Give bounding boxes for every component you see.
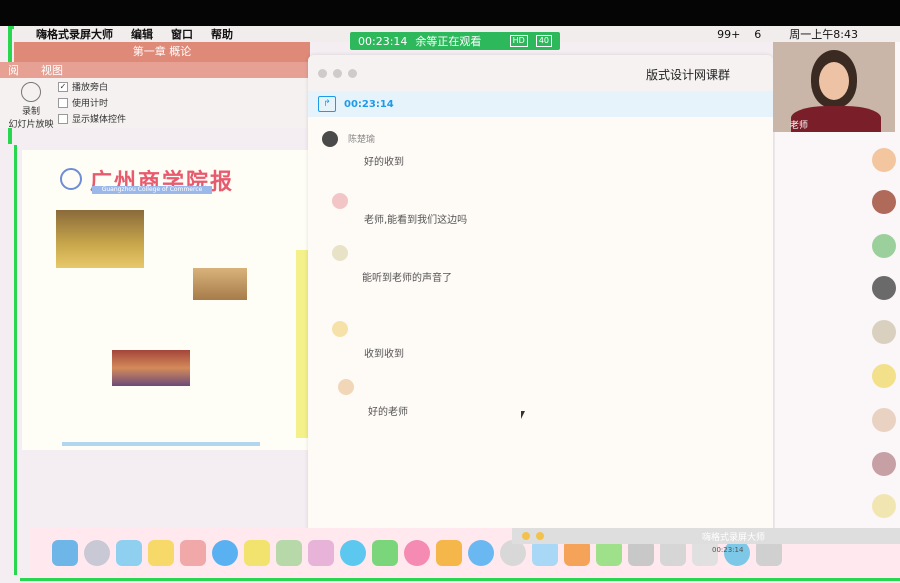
checkbox-timing-label: 使用计时 [72, 99, 109, 109]
notes-icon[interactable] [148, 540, 174, 566]
menu-window[interactable]: 窗口 [171, 26, 193, 42]
chat-title: 版式设计网课群 [646, 68, 731, 82]
member-avatar[interactable] [872, 364, 896, 388]
live-time: 00:23:14 [358, 34, 408, 48]
finder-icon[interactable] [52, 540, 78, 566]
stickies-icon[interactable] [244, 540, 270, 566]
mouse-cursor-icon [521, 411, 525, 419]
message-sender: 陈楚瑜 [348, 135, 376, 145]
slide-photo-event [112, 350, 190, 386]
member-avatar[interactable] [872, 320, 896, 344]
slide-photo-team [56, 210, 144, 268]
message-text: 好的老师 [368, 407, 408, 418]
ppt-doc-title: 第一章 概论 [132, 45, 192, 58]
live-watching: 余等正在观看 [415, 35, 482, 48]
tab-view[interactable]: 视图 [41, 62, 63, 78]
checkbox-empty [58, 97, 68, 108]
message-text: 老师,能看到我们这边吗 [364, 215, 468, 226]
recorder-minibar[interactable]: 嗨格式录屏大师 00:23:14 [512, 528, 900, 554]
screen-share-row[interactable]: ↱ 00:23:14 [308, 91, 773, 117]
app-store-icon[interactable] [468, 540, 494, 566]
chat-header: 版式设计网课群 [308, 55, 773, 91]
menu-app-name[interactable]: 嗨格式录屏大师 [36, 26, 113, 42]
checkbox-media-controls[interactable]: 显示媒体控件 [58, 112, 126, 125]
green-frame-bottom [20, 578, 900, 581]
message-text: 能听到老师的声音了 [362, 273, 452, 284]
message-text: 好的收到 [364, 157, 404, 168]
avatar[interactable] [332, 245, 348, 261]
slideshow-label: 幻灯片放映 [8, 120, 54, 130]
ppt-titlebar: 第一章 概论 [14, 42, 310, 62]
message-text: 收到收到 [364, 349, 404, 360]
teacher-label: 老师 [790, 121, 809, 131]
ppt-ribbon-tabs: 阅 视图 [0, 62, 310, 78]
window-zoom-button[interactable] [348, 69, 357, 78]
checkbox-narration-label: 播放旁白 [72, 83, 109, 93]
record-label: 录制 [21, 107, 40, 117]
member-avatar[interactable] [872, 452, 896, 476]
live-status-bar[interactable]: 00:23:14 余等正在观看 HD 40 [350, 32, 560, 50]
checkbox-timing[interactable]: 使用计时 [58, 96, 108, 109]
viewer-count[interactable]: 40 [535, 35, 552, 47]
recorder-title: 嗨格式录屏大师 [702, 533, 766, 543]
photos-app-icon[interactable] [308, 540, 334, 566]
top-black-strip [0, 0, 900, 26]
avatar[interactable] [332, 321, 348, 337]
slide-footer-line [62, 442, 260, 446]
safari-icon[interactable] [212, 540, 238, 566]
school-logo-icon [60, 168, 82, 190]
member-avatar[interactable] [872, 408, 896, 432]
menu-help[interactable]: 帮助 [211, 26, 233, 42]
ppt-ribbon: 录制 幻灯片放映 ✓ 播放旁白 使用计时 显示媒体控件 [0, 78, 310, 130]
hd-badge[interactable]: HD [509, 35, 528, 47]
clock[interactable]: 周一上午8:43 [789, 26, 858, 42]
recorder-time: 00:23:14 [712, 546, 744, 554]
share-time: 00:23:14 [344, 98, 394, 110]
music-icon[interactable] [404, 540, 430, 566]
window-close-button[interactable] [318, 69, 327, 78]
screen-share-icon[interactable]: ↱ [318, 96, 336, 112]
member-avatar[interactable] [872, 148, 896, 172]
clock-icon [21, 82, 41, 102]
checkbox-empty [58, 113, 68, 124]
checkbox-media-label: 显示媒体控件 [72, 115, 127, 125]
minimize-dot-icon[interactable] [522, 532, 530, 540]
member-avatar[interactable] [872, 190, 896, 214]
record-slideshow-button[interactable]: 录制 幻灯片放映 [8, 82, 54, 130]
calendar-icon[interactable] [180, 540, 206, 566]
avatar[interactable] [322, 131, 338, 147]
slide-photo-group [193, 268, 247, 300]
wechat-count[interactable]: 6 [754, 28, 761, 41]
check-icon: ✓ [58, 81, 68, 92]
photos-icon[interactable] [116, 540, 142, 566]
books-icon[interactable] [436, 540, 462, 566]
slide-subtitle: Guangzhou College of Commerce [92, 186, 212, 194]
green-frame-left [14, 145, 17, 575]
member-avatar[interactable] [872, 234, 896, 258]
checkbox-narration[interactable]: ✓ 播放旁白 [58, 80, 108, 93]
avatar[interactable] [338, 379, 354, 395]
member-avatar[interactable] [872, 494, 896, 518]
launchpad-icon[interactable] [84, 540, 110, 566]
window-minimize-button[interactable] [333, 69, 342, 78]
facetime-icon[interactable] [372, 540, 398, 566]
reminders-icon[interactable] [276, 540, 302, 566]
zoom-dot-icon[interactable] [536, 532, 544, 540]
menu-edit[interactable]: 编辑 [131, 26, 153, 42]
tab-review[interactable]: 阅 [8, 62, 19, 78]
member-avatar[interactable] [872, 276, 896, 300]
video-face [819, 62, 849, 100]
notification-badge[interactable]: 99+ [717, 28, 740, 41]
avatar[interactable] [332, 193, 348, 209]
chat-window: 版式设计网课群 ↱ 00:23:14 陈楚瑜 好的收到 老师,能看到我们这边吗 … [308, 55, 773, 535]
messages-icon[interactable] [340, 540, 366, 566]
